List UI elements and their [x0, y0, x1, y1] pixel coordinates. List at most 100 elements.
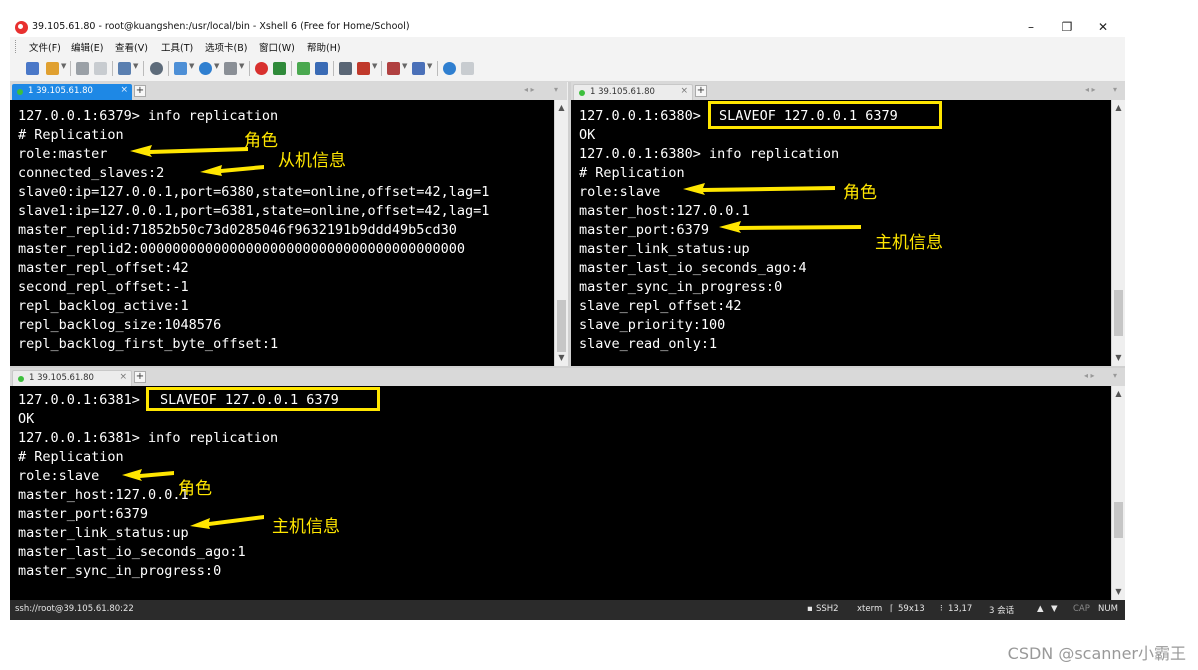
chevron-down-icon[interactable]: ▼ — [61, 62, 66, 70]
annotation-arrow — [190, 515, 264, 529]
terminal-line: slave1:ip=127.0.0.1,port=6381,state=onli… — [18, 203, 490, 219]
annotation-master-info: 主机信息 — [875, 233, 943, 253]
upload-icon[interactable]: ▲ — [1037, 604, 1044, 614]
scrollbar-thumb[interactable] — [557, 300, 566, 352]
toolbar-divider — [333, 61, 334, 76]
toolbar-divider — [112, 61, 113, 76]
terminal-pane-6379[interactable]: 127.0.0.1:6379> info replication # Repli… — [10, 100, 554, 366]
keyboard-icon[interactable] — [339, 62, 352, 75]
close-tab-icon[interactable]: × — [680, 86, 688, 96]
terminal-line: role:slave — [579, 184, 661, 200]
new-session-icon[interactable] — [26, 62, 39, 75]
scroll-up-icon[interactable]: ▲ — [1112, 388, 1125, 400]
new-tab-button[interactable]: + — [695, 85, 707, 97]
font-icon[interactable] — [224, 62, 237, 75]
chevron-down-icon[interactable]: ▼ — [239, 62, 244, 70]
scroll-down-icon[interactable]: ▼ — [1112, 586, 1125, 598]
annotation-master-info: 主机信息 — [272, 517, 340, 537]
new-tab-button[interactable]: + — [134, 371, 146, 383]
chevron-down-icon[interactable]: ▾ — [554, 85, 558, 94]
disconnect-icon[interactable] — [94, 62, 107, 75]
lock-icon[interactable] — [315, 62, 328, 75]
download-icon[interactable]: ▼ — [1051, 604, 1058, 614]
terminal-line: 127.0.0.1:6381> info replication — [18, 430, 279, 446]
chevron-down-icon[interactable]: ▾ — [1113, 371, 1117, 380]
menu-help[interactable]: 帮助(H) — [307, 40, 341, 54]
tab-scroll-arrows[interactable]: ◂ ▸ — [1085, 85, 1096, 94]
menu-tabs[interactable]: 选项卡(B) — [205, 40, 247, 54]
tab-session-bottom[interactable]: 1 39.105.61.80 × — [12, 370, 132, 386]
tab-session-right[interactable]: 1 39.105.61.80 × — [573, 84, 693, 100]
script-icon[interactable] — [387, 62, 400, 75]
terminal-line: 127.0.0.1:6379> info replication — [18, 108, 279, 124]
bottom-vertical-scrollbar[interactable]: ▲ ▼ — [1111, 386, 1125, 600]
terminal-line: master_sync_in_progress:0 — [579, 279, 783, 295]
help-icon[interactable] — [443, 62, 456, 75]
layout-icon[interactable] — [412, 62, 425, 75]
xshell-icon[interactable] — [255, 62, 268, 75]
new-tab-button[interactable]: + — [134, 85, 146, 97]
chevron-down-icon[interactable]: ▼ — [402, 62, 407, 70]
terminal-line: slave_repl_offset:42 — [579, 298, 742, 314]
num-lock-indicator: NUM — [1098, 604, 1118, 614]
xftp-icon[interactable] — [273, 62, 286, 75]
chevron-down-icon[interactable]: ▼ — [133, 62, 138, 70]
menu-edit[interactable]: 编辑(E) — [71, 40, 103, 54]
tab-session-left[interactable]: 1 39.105.61.80 × — [12, 84, 132, 100]
scroll-down-icon[interactable]: ▼ — [1112, 352, 1125, 364]
transfer-icon[interactable] — [174, 62, 187, 75]
chevron-down-icon[interactable]: ▼ — [427, 62, 432, 70]
terminal-pane-6380[interactable]: 127.0.0.1:6380> SLAVEOF 127.0.0.1 6379 O… — [571, 100, 1111, 366]
highlight-icon[interactable] — [357, 62, 370, 75]
terminal-line: master_port:6379 — [579, 222, 710, 238]
chevron-down-icon[interactable]: ▼ — [372, 62, 377, 70]
scroll-down-icon[interactable]: ▼ — [555, 352, 568, 364]
terminal-line: # Replication — [18, 449, 124, 465]
terminal-line: slave0:ip=127.0.0.1,port=6380,state=onli… — [18, 184, 490, 200]
terminal-size-icon: ⌈ — [890, 604, 894, 614]
chat-icon[interactable] — [461, 62, 474, 75]
tab-scroll-arrows[interactable]: ◂ ▸ — [524, 85, 535, 94]
annotation-arrow — [122, 469, 174, 481]
tab-label: 1 39.105.61.80 — [29, 373, 94, 383]
window-title: 39.105.61.80 - root@kuangshen:/usr/local… — [32, 21, 410, 32]
globe-icon[interactable] — [199, 62, 212, 75]
open-session-icon[interactable] — [46, 62, 59, 75]
close-tab-icon[interactable]: × — [119, 372, 127, 382]
status-bar: ssh://root@39.105.61.80:22 ▪ SSH2 xterm … — [10, 600, 1125, 620]
annotation-role: 角色 — [178, 479, 212, 499]
chevron-down-icon[interactable]: ▼ — [214, 62, 219, 70]
terminal-line: # Replication — [579, 165, 685, 181]
menu-file[interactable]: 文件(F) — [29, 40, 61, 54]
left-tabbar: 1 39.105.61.80 × + ◂ ▸ ▾ — [10, 82, 567, 100]
close-button[interactable]: ✕ — [1085, 18, 1121, 37]
chevron-down-icon[interactable]: ▼ — [189, 62, 194, 70]
scrollbar-thumb[interactable] — [1114, 290, 1123, 336]
cursor-position: 13,17 — [948, 604, 973, 614]
menu-tools[interactable]: 工具(T) — [161, 40, 193, 54]
terminal-line: master_replid:71852b50c73d0285046f963219… — [18, 222, 457, 238]
search-icon[interactable] — [150, 62, 163, 75]
properties-icon[interactable] — [118, 62, 131, 75]
toolbar-divider — [70, 61, 71, 76]
scroll-up-icon[interactable]: ▲ — [555, 102, 568, 114]
terminal-line: master_last_io_seconds_ago:1 — [18, 544, 246, 560]
terminal-pane-6381[interactable]: 127.0.0.1:6381> SLAVEOF 127.0.0.1 6379 O… — [10, 386, 1111, 600]
minimize-button[interactable]: – — [1013, 18, 1049, 37]
toolbar-divider — [381, 61, 382, 76]
connect-icon[interactable] — [76, 62, 89, 75]
chevron-down-icon[interactable]: ▾ — [1113, 85, 1117, 94]
fullscreen-icon[interactable] — [297, 62, 310, 75]
command-highlight-box — [146, 387, 380, 411]
maximize-button[interactable]: ❐ — [1049, 18, 1085, 37]
scroll-up-icon[interactable]: ▲ — [1112, 102, 1125, 114]
left-vertical-scrollbar[interactable]: ▲ ▼ — [554, 100, 568, 366]
right-vertical-scrollbar[interactable]: ▲ ▼ — [1111, 100, 1125, 366]
scrollbar-thumb[interactable] — [1114, 502, 1123, 538]
menu-view[interactable]: 查看(V) — [115, 40, 148, 54]
close-tab-icon[interactable]: × — [120, 85, 128, 95]
menu-window[interactable]: 窗口(W) — [259, 40, 295, 54]
tab-scroll-arrows[interactable]: ◂ ▸ — [1084, 371, 1095, 380]
terminal-line: # Replication — [18, 127, 124, 143]
terminal-size: 59x13 — [898, 604, 925, 614]
